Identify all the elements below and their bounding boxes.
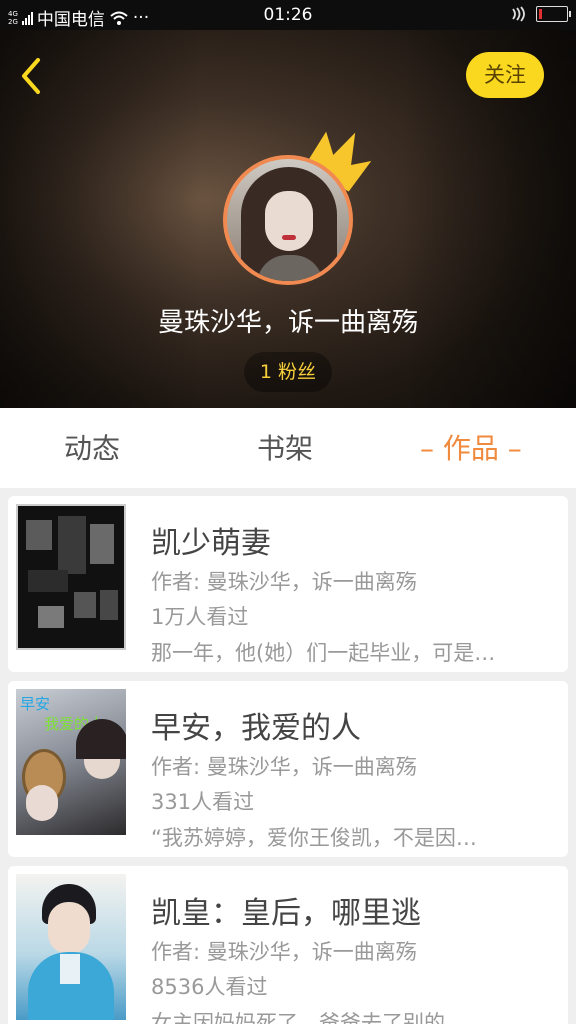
book-author: 作者: 曼珠沙华，诉一曲离殇	[151, 755, 417, 779]
book-description: 那一年，他(她）们一起毕业，可是…	[151, 641, 496, 665]
book-title: 凯皇：皇后，哪里逃	[151, 896, 421, 931]
book-cover: 早安 我爱的人	[16, 689, 126, 835]
nfc-icon	[512, 6, 525, 22]
book-description: 女主因妈妈死了，爸爸去了别的…	[151, 1011, 466, 1024]
chevron-left-icon[interactable]	[12, 52, 52, 100]
fans-count-badge[interactable]: 1 粉丝	[244, 352, 332, 392]
book-views: 8536人看过	[151, 975, 268, 999]
list-item[interactable]: 早安 我爱的人 早安，我爱的人 作者: 曼珠沙华，诉一曲离殇 331人看过 “我…	[8, 681, 568, 857]
follow-button[interactable]: 关注	[466, 52, 544, 98]
book-views: 331人看过	[151, 790, 255, 814]
book-title: 早安，我爱的人	[151, 711, 361, 746]
battery-icon	[536, 6, 571, 22]
tab-bookshelf[interactable]: 书架	[257, 408, 313, 488]
book-author: 作者: 曼珠沙华，诉一曲离殇	[151, 940, 417, 964]
profile-header: 关注 曼珠沙华，诉一曲离殇 1 粉丝	[0, 30, 576, 408]
cover-text-top: 早安	[20, 695, 51, 713]
username: 曼珠沙华，诉一曲离殇	[157, 308, 418, 338]
list-item[interactable]: 凯少萌妻 作者: 曼珠沙华，诉一曲离殇 1万人看过 那一年，他(她）们一起毕业，…	[8, 496, 568, 672]
profile-tabs: 动态 书架 – 作品 –	[0, 408, 576, 488]
book-cover	[16, 874, 126, 1020]
book-cover	[16, 504, 126, 650]
book-author: 作者: 曼珠沙华，诉一曲离殇	[151, 570, 417, 594]
status-bar: 4G 2G 中国电信 ··· 01:26	[0, 0, 576, 30]
avatar[interactable]	[223, 155, 353, 285]
status-time: 01:26	[263, 5, 313, 25]
book-views: 1万人看过	[151, 605, 249, 629]
tab-works[interactable]: – 作品 –	[420, 408, 522, 488]
tab-dynamics[interactable]: 动态	[64, 408, 120, 488]
status-bar-right	[510, 6, 571, 22]
book-title: 凯少萌妻	[151, 526, 271, 561]
list-item[interactable]: 凯皇：皇后，哪里逃 作者: 曼珠沙华，诉一曲离殇 8536人看过 女主因妈妈死了…	[8, 866, 568, 1024]
book-description: “我苏婷婷，爱你王俊凯，不是因…	[151, 826, 477, 850]
